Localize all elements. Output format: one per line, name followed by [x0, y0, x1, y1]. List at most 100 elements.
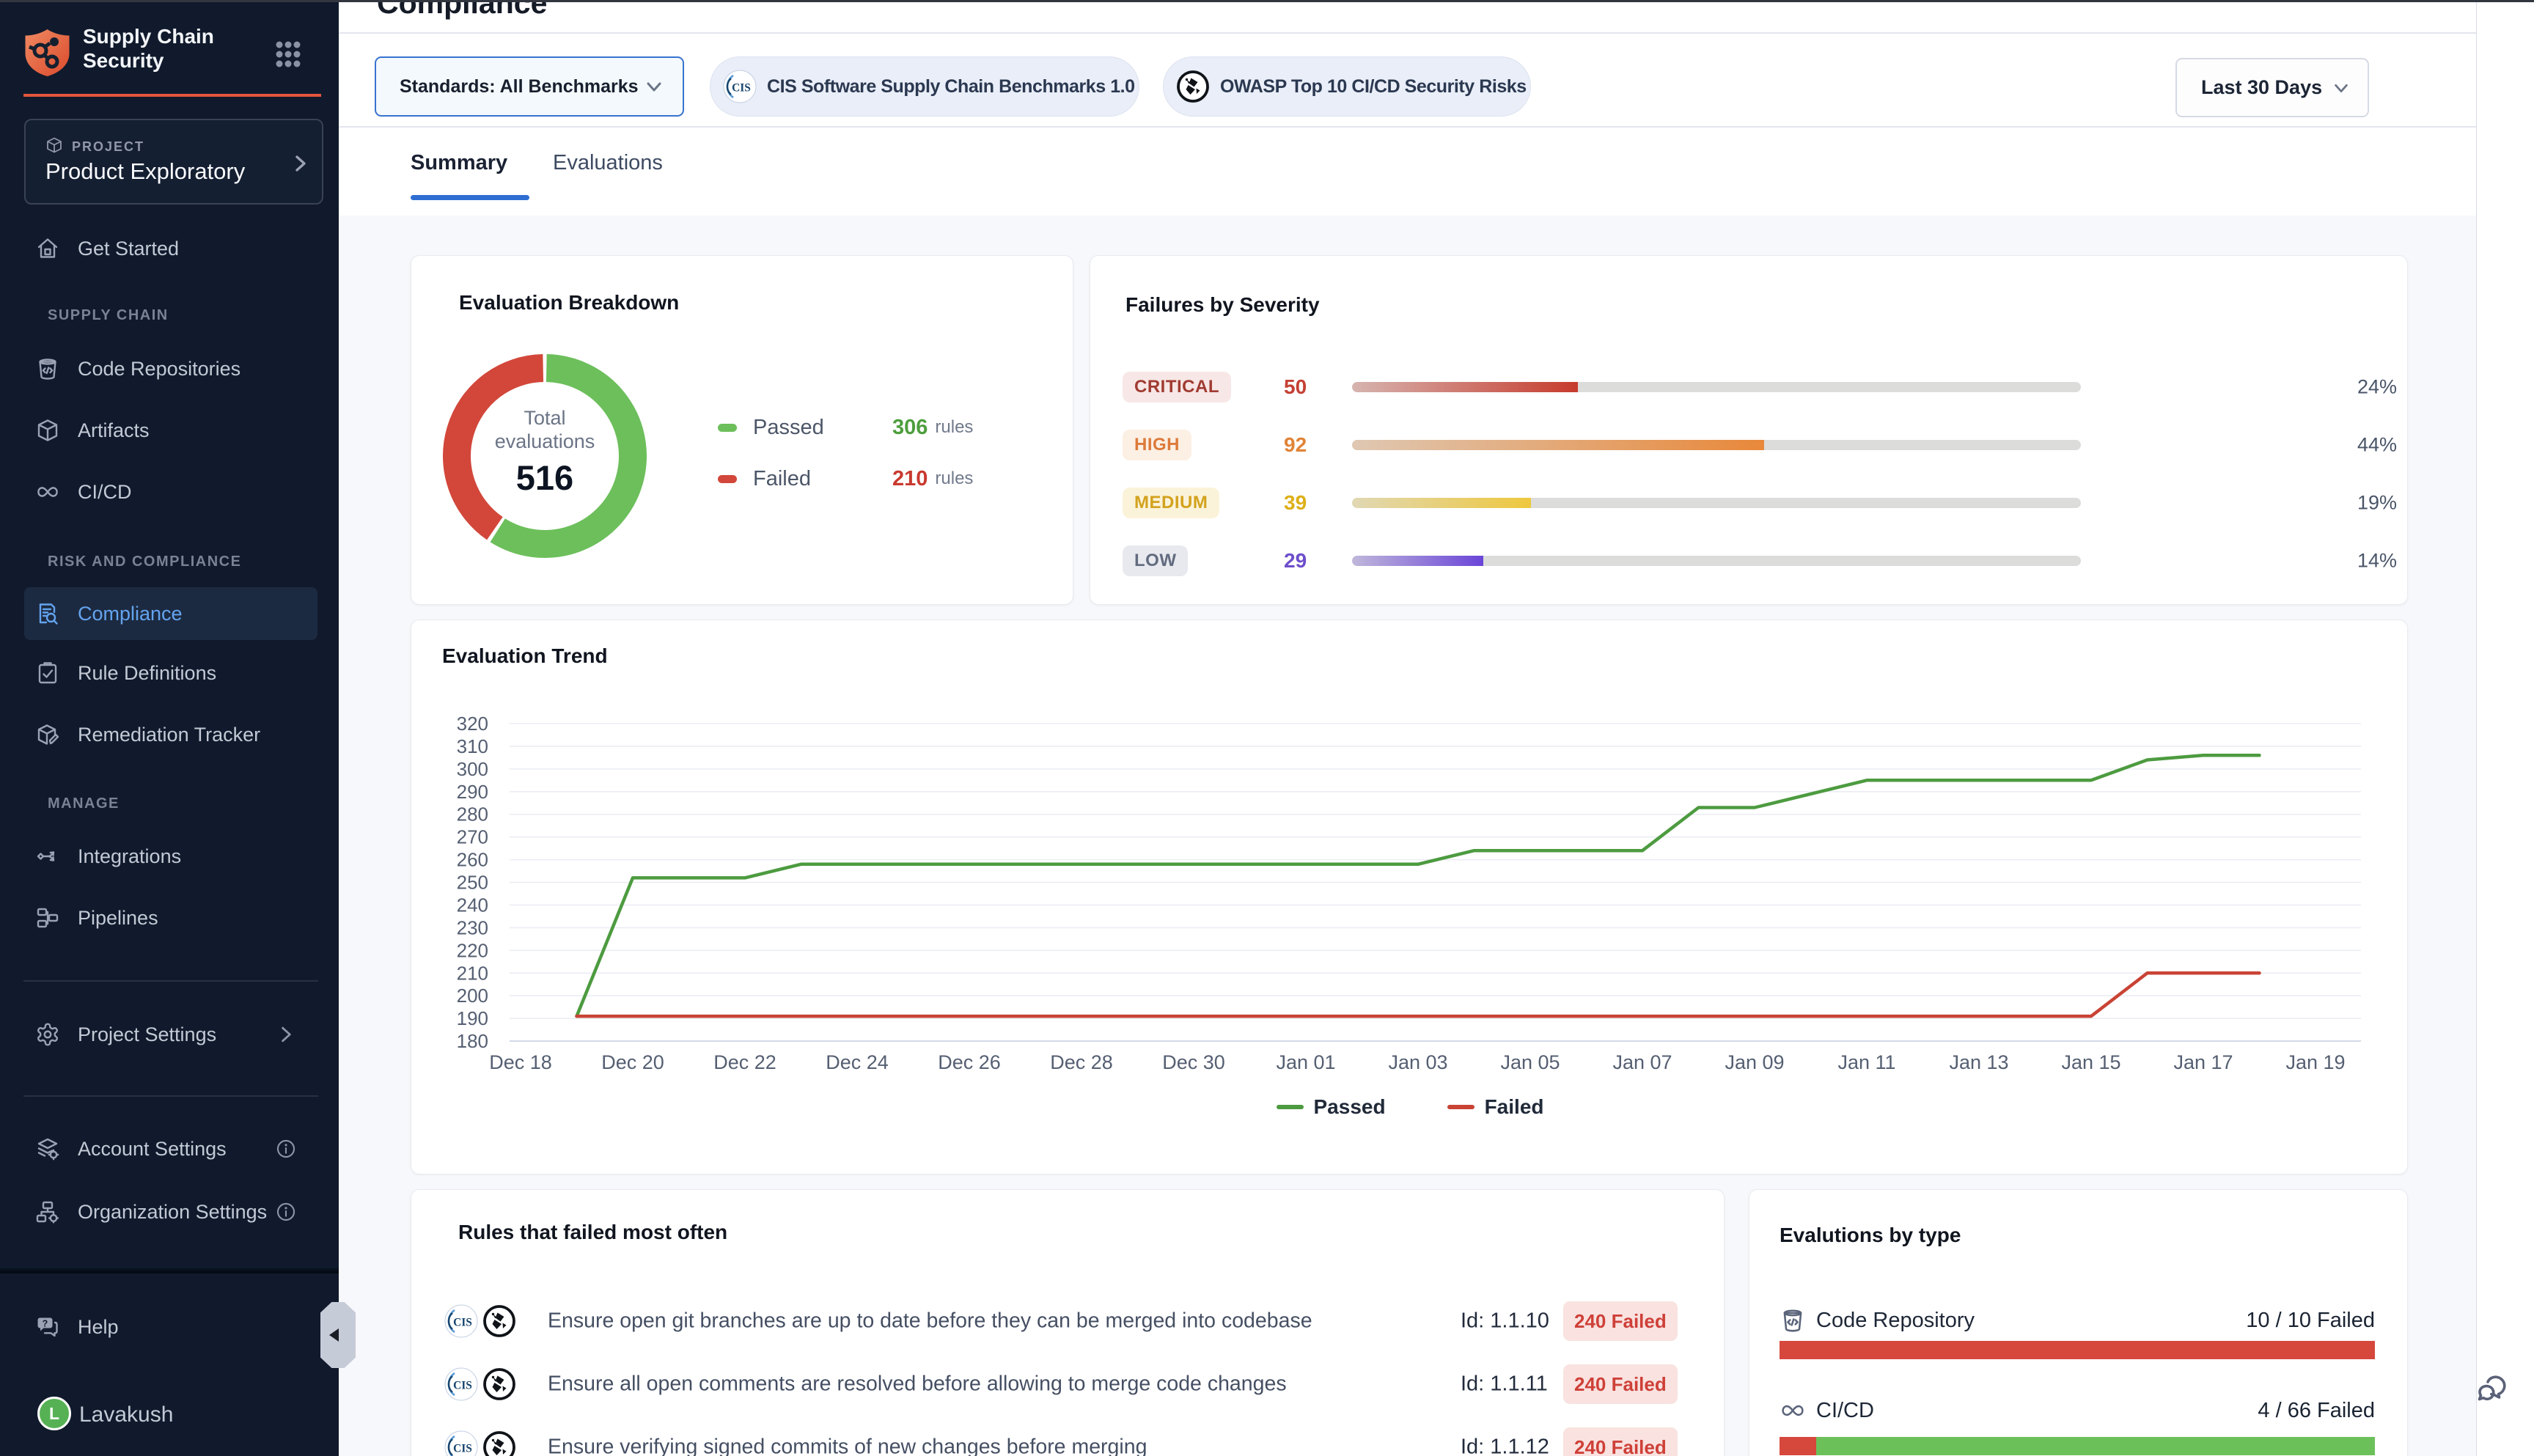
sidebar-item-ci-cd[interactable]: CI/CD	[24, 466, 317, 518]
project-selector[interactable]: PROJECT Product Exploratory	[24, 119, 323, 205]
page-title: Compliance	[377, 0, 547, 21]
svg-text:240: 240	[457, 894, 488, 916]
sidebar-item-compliance[interactable]: Compliance	[24, 587, 317, 640]
screen-top-edge	[0, 0, 2534, 2]
svg-text:Dec 18: Dec 18	[489, 1051, 552, 1073]
date-range-select[interactable]: Last 30 Days	[2175, 58, 2369, 117]
chat-launcher-icon[interactable]	[2475, 1372, 2511, 1407]
right-rail	[2476, 0, 2534, 1456]
legend-swatch	[718, 475, 737, 483]
standards-filter-select[interactable]: Standards: All Benchmarks	[375, 56, 684, 117]
rule-id: Id: 1.1.11	[1461, 1372, 1548, 1397]
info-icon	[275, 1201, 297, 1223]
owasp-logo-icon	[482, 1430, 516, 1456]
sidebar-item-rule-definitions[interactable]: Rule Definitions	[24, 647, 317, 699]
severity-bar-track	[1352, 556, 2081, 566]
severity-percent: 24%	[2357, 375, 2397, 398]
sidebar-item-label: Help	[78, 1316, 119, 1339]
svg-text:310: 310	[457, 735, 488, 757]
nav-section-label: RISK AND COMPLIANCE	[48, 554, 241, 570]
rule-row[interactable]: CISEnsure verifying signed commits of ne…	[411, 1416, 1725, 1456]
compliance-icon	[35, 601, 60, 626]
sidebar-item-organization-settings[interactable]: Organization Settings	[24, 1185, 317, 1238]
evaluation-breakdown-card: Evaluation Breakdown Totalevaluations 51…	[411, 255, 1073, 605]
help-icon: ?	[35, 1315, 60, 1339]
severity-row-low: LOW2914%	[1090, 532, 2409, 589]
rule-definitions-icon	[35, 661, 60, 685]
type-bar	[1780, 1437, 2375, 1455]
type-label: CI/CD	[1816, 1399, 1874, 1423]
benchmark-chip-label: OWASP Top 10 CI/CD Security Risks	[1220, 76, 1527, 98]
type-bar-segment	[1780, 1437, 1816, 1455]
app-logo-row: Supply Chain Security	[0, 0, 339, 94]
legend-swatch	[1447, 1105, 1475, 1109]
user-name[interactable]: Lavakush	[79, 1402, 173, 1427]
chevron-right-icon	[291, 152, 310, 174]
svg-text:220: 220	[457, 939, 488, 961]
remediation-icon	[35, 722, 60, 747]
chevron-down-icon	[2332, 79, 2350, 97]
sidebar-item-label: Pipelines	[78, 907, 158, 930]
trend-legend-item-passed[interactable]: Passed	[1277, 1095, 1386, 1119]
rule-row[interactable]: CISEnsure open git branches are up to da…	[411, 1290, 1725, 1353]
svg-text:Jan 05: Jan 05	[1500, 1051, 1560, 1073]
chevron-down-icon	[644, 77, 664, 96]
trend-legend-item-failed[interactable]: Failed	[1447, 1095, 1544, 1119]
gear-icon	[35, 1022, 60, 1047]
svg-text:260: 260	[457, 849, 488, 871]
cis-logo-icon: CIS	[444, 1430, 478, 1456]
rule-text: Ensure all open comments are resolved be…	[548, 1372, 1287, 1397]
code-repo-icon	[1780, 1307, 1806, 1334]
cis-logo-icon: CIS	[444, 1367, 478, 1401]
nav-divider	[23, 1095, 318, 1097]
sidebar-collapse-handle[interactable]	[320, 1302, 356, 1368]
nav-section-label: MANAGE	[48, 795, 120, 812]
info-icon	[275, 1138, 297, 1160]
sidebar-item-label: Get Started	[78, 238, 179, 260]
benchmark-chip-cis[interactable]: CIS CIS Software Supply Chain Benchmarks…	[710, 56, 1139, 117]
sidebar-item-help[interactable]: ? Help	[24, 1301, 317, 1353]
rule-row[interactable]: CIS Ensure all open comments are resolved…	[411, 1353, 1725, 1416]
project-cube-icon	[45, 136, 63, 158]
svg-text:CIS: CIS	[453, 1380, 472, 1392]
app-title: Supply Chain Security	[83, 24, 266, 73]
legend-unit: rules	[935, 468, 973, 489]
tabs: Summary Evaluations	[339, 128, 2476, 216]
rule-id: Id: 1.1.10	[1461, 1309, 1549, 1334]
tab-summary[interactable]: Summary	[411, 151, 507, 175]
severity-badge: MEDIUM	[1123, 488, 1219, 518]
sidebar-item-project-settings[interactable]: Project Settings	[24, 1008, 317, 1061]
brand-divider	[23, 94, 321, 97]
project-label: PROJECT	[72, 139, 144, 155]
user-avatar[interactable]: L	[37, 1397, 71, 1430]
severity-bar-track	[1352, 382, 2081, 392]
svg-text:Jan 15: Jan 15	[2061, 1051, 2120, 1073]
svg-text:CIS: CIS	[453, 1317, 472, 1329]
benchmark-chip-label: CIS Software Supply Chain Benchmarks 1.0	[767, 76, 1135, 98]
svg-text:Jan 01: Jan 01	[1276, 1051, 1335, 1073]
severity-bar-fill	[1352, 498, 1531, 508]
sidebar-item-code-repositories[interactable]: Code Repositories	[24, 342, 317, 395]
app-grid-icon[interactable]	[276, 41, 301, 67]
tab-evaluations[interactable]: Evaluations	[553, 151, 663, 175]
project-name: Product Exploratory	[45, 158, 245, 185]
severity-badge: CRITICAL	[1123, 372, 1231, 402]
sidebar-item-artifacts[interactable]: Artifacts	[24, 404, 317, 457]
sidebar-item-pipelines[interactable]: Pipelines	[24, 891, 317, 944]
card-title: Rules that failed most often	[458, 1221, 727, 1244]
sidebar-item-integrations[interactable]: Integrations	[24, 830, 317, 883]
sidebar-item-remediation-tracker[interactable]: Remediation Tracker	[24, 708, 317, 761]
severity-bar-track	[1352, 498, 2081, 508]
type-row-ci-cd: CI/CD4 / 66 Failed	[1749, 1397, 2409, 1456]
sidebar-item-account-settings[interactable]: Account Settings	[24, 1122, 317, 1175]
card-title: Evalutions by type	[1780, 1224, 1961, 1247]
total-evaluations-value: 516	[443, 457, 647, 498]
severity-bar-fill	[1352, 556, 1483, 566]
evaluations-by-type-card: Evalutions by type Code Repository10 / 1…	[1749, 1189, 2408, 1456]
svg-text:Jan 07: Jan 07	[1612, 1051, 1672, 1073]
owasp-logo-icon	[1176, 70, 1210, 103]
standards-filter-label: Standards: All Benchmarks	[400, 76, 639, 98]
benchmark-chip-owasp[interactable]: OWASP Top 10 CI/CD Security Risks	[1163, 56, 1531, 117]
sidebar-item-get-started[interactable]: Get Started	[24, 222, 317, 275]
sidebar-item-label: Organization Settings	[78, 1201, 267, 1224]
